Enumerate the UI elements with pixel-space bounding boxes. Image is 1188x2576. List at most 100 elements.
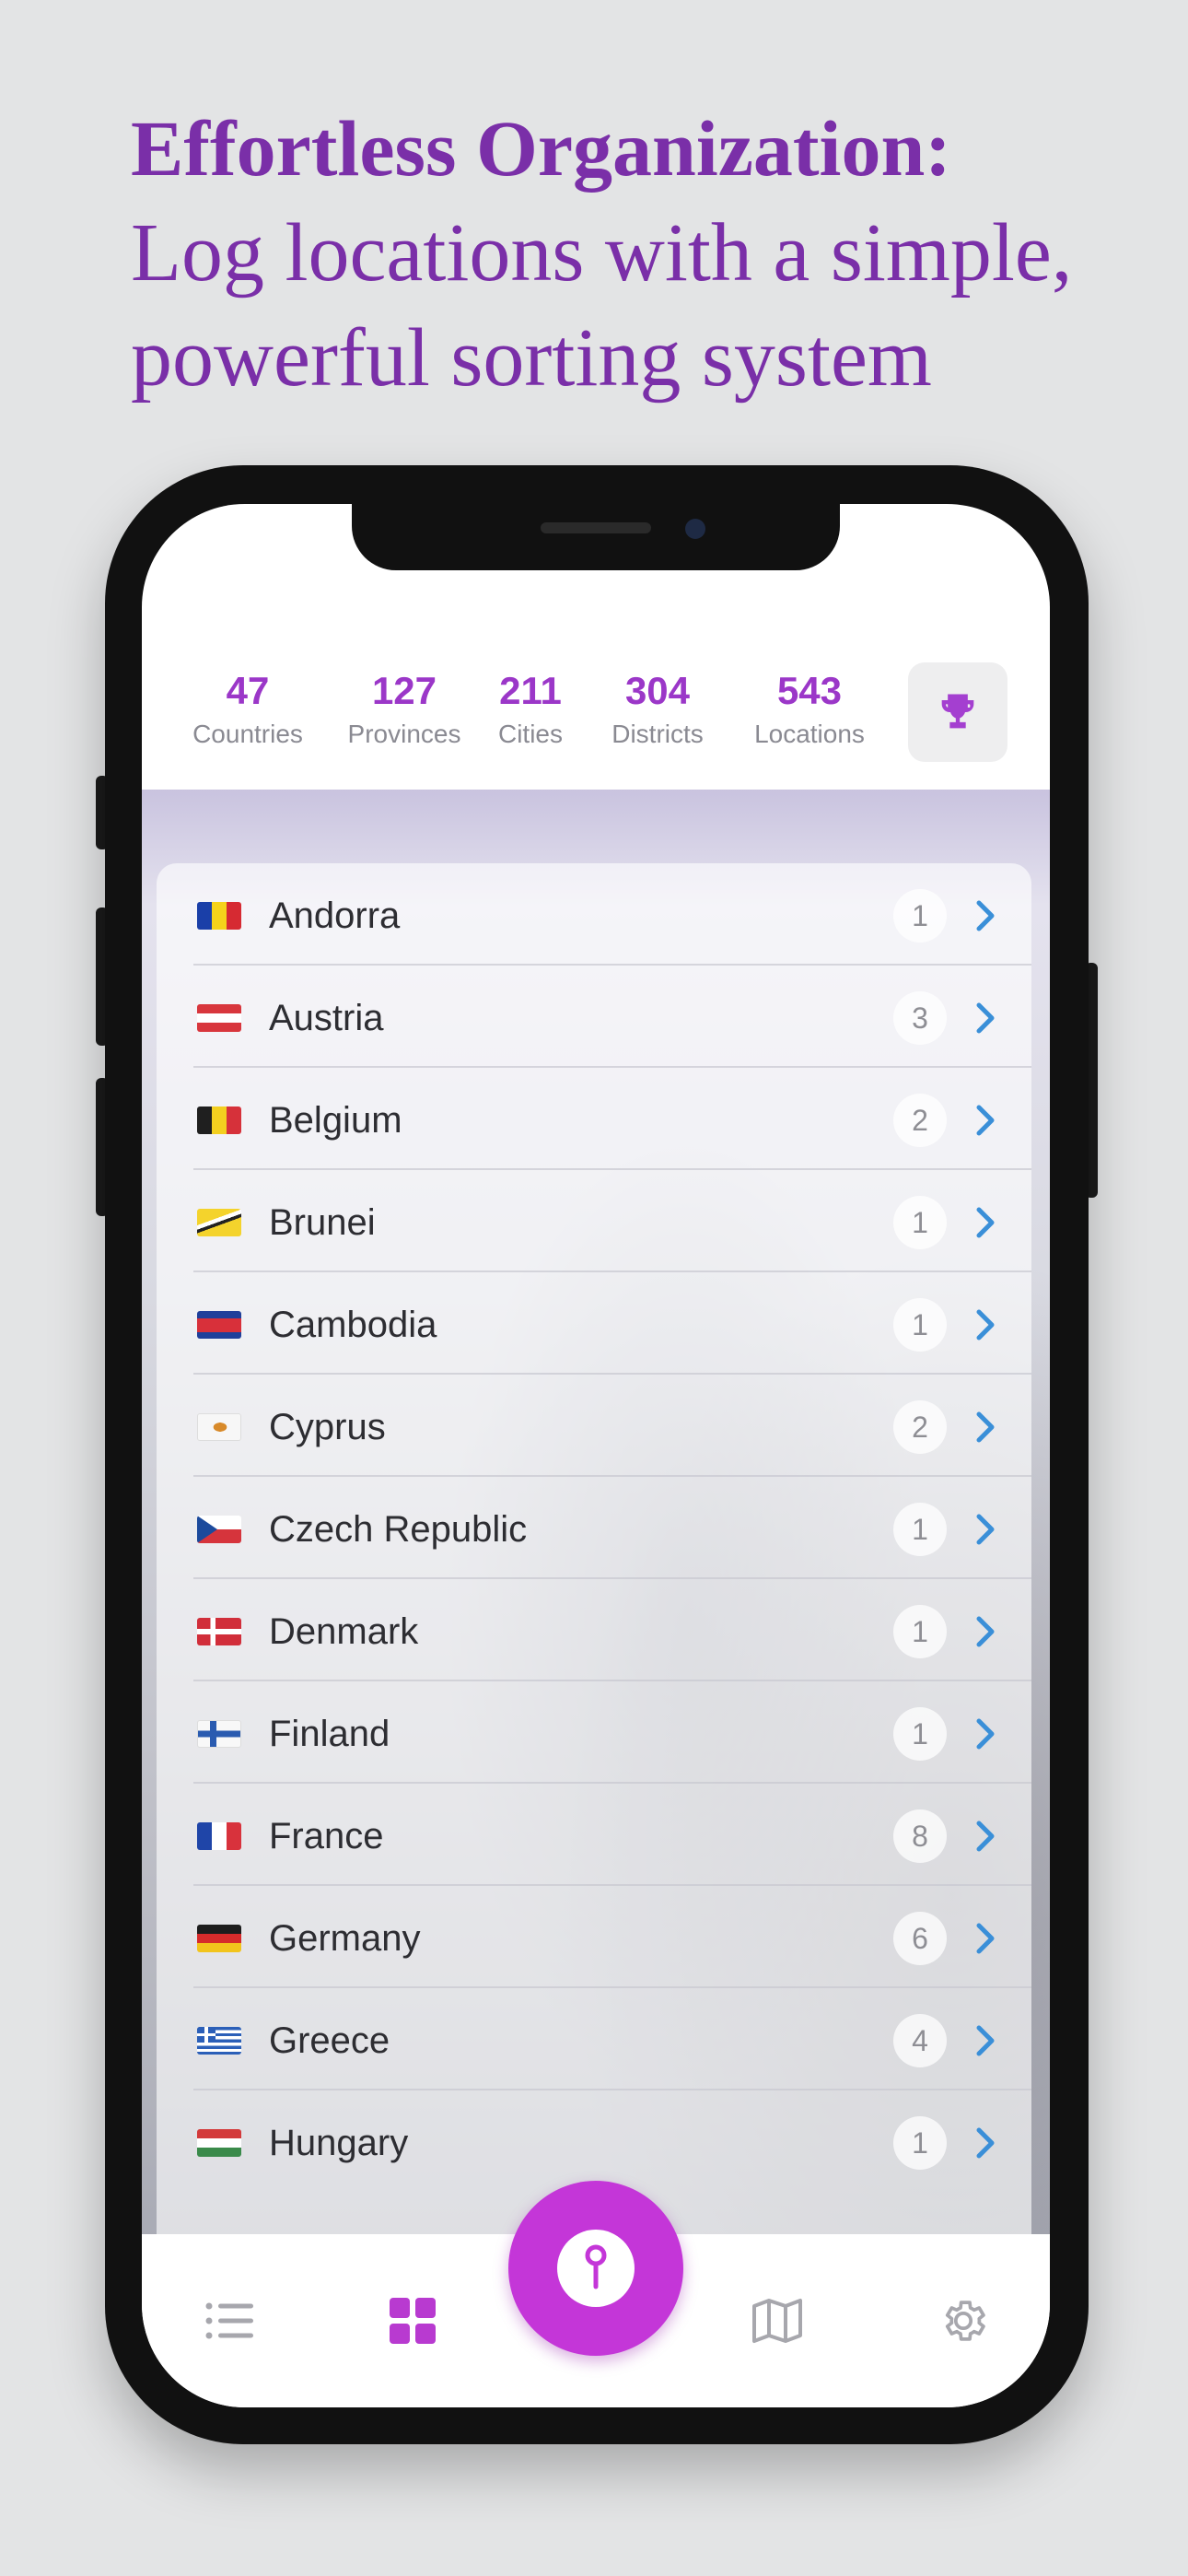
country-list: Andorra 1 Austria 3 Belgium 2 Brunei 1 C… xyxy=(157,863,1031,2236)
chevron-right-icon xyxy=(976,1411,995,1443)
location-count: 1 xyxy=(893,1503,947,1556)
list-icon xyxy=(205,2302,253,2339)
map-pin-icon xyxy=(585,2244,607,2289)
location-count: 1 xyxy=(893,1298,947,1352)
stat-label: Cities xyxy=(497,720,563,748)
chevron-right-icon xyxy=(976,1002,995,1034)
belgium-flag-icon xyxy=(197,1107,241,1134)
location-count: 1 xyxy=(893,1605,947,1658)
tab-list[interactable] xyxy=(201,2291,260,2350)
headline: Effortless Organization: Log locations w… xyxy=(131,96,1162,411)
cambodia-flag-icon xyxy=(197,1311,241,1339)
greece-flag-icon xyxy=(197,2027,241,2055)
trophy-button[interactable] xyxy=(908,662,1007,762)
brunei-flag-icon xyxy=(197,1209,241,1236)
country-name: Austria xyxy=(269,998,384,1038)
trophy-icon xyxy=(941,694,974,729)
location-count: 1 xyxy=(893,1196,947,1249)
list-item[interactable]: Cambodia 1 xyxy=(157,1272,1031,1375)
chevron-right-icon xyxy=(976,1616,995,1647)
austria-flag-icon xyxy=(197,1004,241,1032)
content-background: Andorra 1 Austria 3 Belgium 2 Brunei 1 C… xyxy=(142,790,1050,2241)
stat-locations[interactable]: 543 Locations xyxy=(736,665,883,752)
list-item[interactable]: Cyprus 2 xyxy=(157,1375,1031,1477)
front-camera xyxy=(685,519,705,539)
chevron-right-icon xyxy=(976,1105,995,1136)
phone-notch xyxy=(352,504,840,570)
location-count: 2 xyxy=(893,1094,947,1147)
stat-label: Locations xyxy=(754,720,865,748)
list-item[interactable]: Czech Republic 1 xyxy=(157,1477,1031,1579)
fab-inner xyxy=(557,2230,635,2307)
stat-countries[interactable]: 47 Countries xyxy=(179,665,317,752)
location-count: 4 xyxy=(893,2014,947,2067)
stat-provinces[interactable]: 127 Provinces xyxy=(331,665,478,752)
location-count: 1 xyxy=(893,889,947,943)
list-item[interactable]: Greece 4 xyxy=(157,1988,1031,2090)
speaker xyxy=(541,522,651,533)
country-name: Denmark xyxy=(269,1611,419,1652)
chevron-right-icon xyxy=(976,2025,995,2056)
country-name: Czech Republic xyxy=(269,1509,528,1550)
chevron-right-icon xyxy=(976,1821,995,1852)
headline-line-3: powerful sorting system xyxy=(131,312,932,404)
country-name: France xyxy=(269,1816,384,1856)
country-name: Finland xyxy=(269,1714,390,1754)
czech-flag-icon xyxy=(197,1516,241,1543)
stat-cities[interactable]: 211 Cities xyxy=(484,665,577,752)
tab-settings[interactable] xyxy=(934,2291,993,2350)
location-count: 3 xyxy=(893,991,947,1045)
denmark-flag-icon xyxy=(197,1618,241,1645)
country-name: Greece xyxy=(269,2020,390,2061)
location-count: 1 xyxy=(893,1707,947,1761)
list-item[interactable]: Belgium 2 xyxy=(157,1068,1031,1170)
location-count: 1 xyxy=(893,2116,947,2170)
country-name: Hungary xyxy=(269,2123,409,2163)
add-location-button[interactable] xyxy=(508,2181,683,2356)
list-item[interactable]: Finland 1 xyxy=(157,1681,1031,1784)
stat-value: 47 xyxy=(226,669,270,712)
country-name: Andorra xyxy=(269,896,401,936)
chevron-right-icon xyxy=(976,2127,995,2159)
tab-grid[interactable] xyxy=(383,2291,442,2350)
stat-value: 543 xyxy=(776,669,843,712)
grid-icon xyxy=(390,2298,436,2344)
chevron-right-icon xyxy=(976,1309,995,1341)
location-count: 8 xyxy=(893,1809,947,1863)
hungary-flag-icon xyxy=(197,2129,241,2157)
stat-label: Districts xyxy=(611,720,704,748)
list-item[interactable]: Andorra 1 xyxy=(157,863,1031,966)
list-item[interactable]: Germany 6 xyxy=(157,1886,1031,1988)
phone-screen: 47 Countries 127 Provinces 211 Cities 30… xyxy=(142,504,1050,2407)
headline-title: Effortless Organization: xyxy=(131,104,951,193)
location-count: 2 xyxy=(893,1400,947,1454)
stat-value: 127 xyxy=(371,669,437,712)
map-icon xyxy=(752,2299,802,2343)
stat-value: 211 xyxy=(499,669,562,712)
gear-icon xyxy=(945,2301,985,2341)
list-item[interactable]: Hungary 1 xyxy=(157,2090,1031,2193)
country-name: Cyprus xyxy=(269,1407,386,1447)
stat-value: 304 xyxy=(624,669,691,712)
list-item[interactable]: France 8 xyxy=(157,1784,1031,1886)
location-count: 6 xyxy=(893,1912,947,1965)
stat-districts[interactable]: 304 Districts xyxy=(593,665,722,752)
cyprus-flag-icon xyxy=(197,1413,241,1441)
country-name: Brunei xyxy=(269,1202,376,1243)
list-item[interactable]: Brunei 1 xyxy=(157,1170,1031,1272)
country-name: Cambodia xyxy=(269,1305,437,1345)
stat-label: Countries xyxy=(192,720,303,748)
list-item[interactable]: Austria 3 xyxy=(157,966,1031,1068)
andorra-flag-icon xyxy=(197,902,241,930)
chevron-right-icon xyxy=(976,1207,995,1238)
country-name: Belgium xyxy=(269,1100,402,1141)
headline-line-2: Log locations with a simple, xyxy=(131,207,1073,299)
chevron-right-icon xyxy=(976,1718,995,1750)
chevron-right-icon xyxy=(976,900,995,931)
list-item[interactable]: Denmark 1 xyxy=(157,1579,1031,1681)
finland-flag-icon xyxy=(197,1720,241,1748)
tab-map[interactable] xyxy=(748,2291,807,2350)
stat-label: Provinces xyxy=(347,720,461,748)
country-name: Germany xyxy=(269,1918,421,1959)
chevron-right-icon xyxy=(976,1923,995,1954)
